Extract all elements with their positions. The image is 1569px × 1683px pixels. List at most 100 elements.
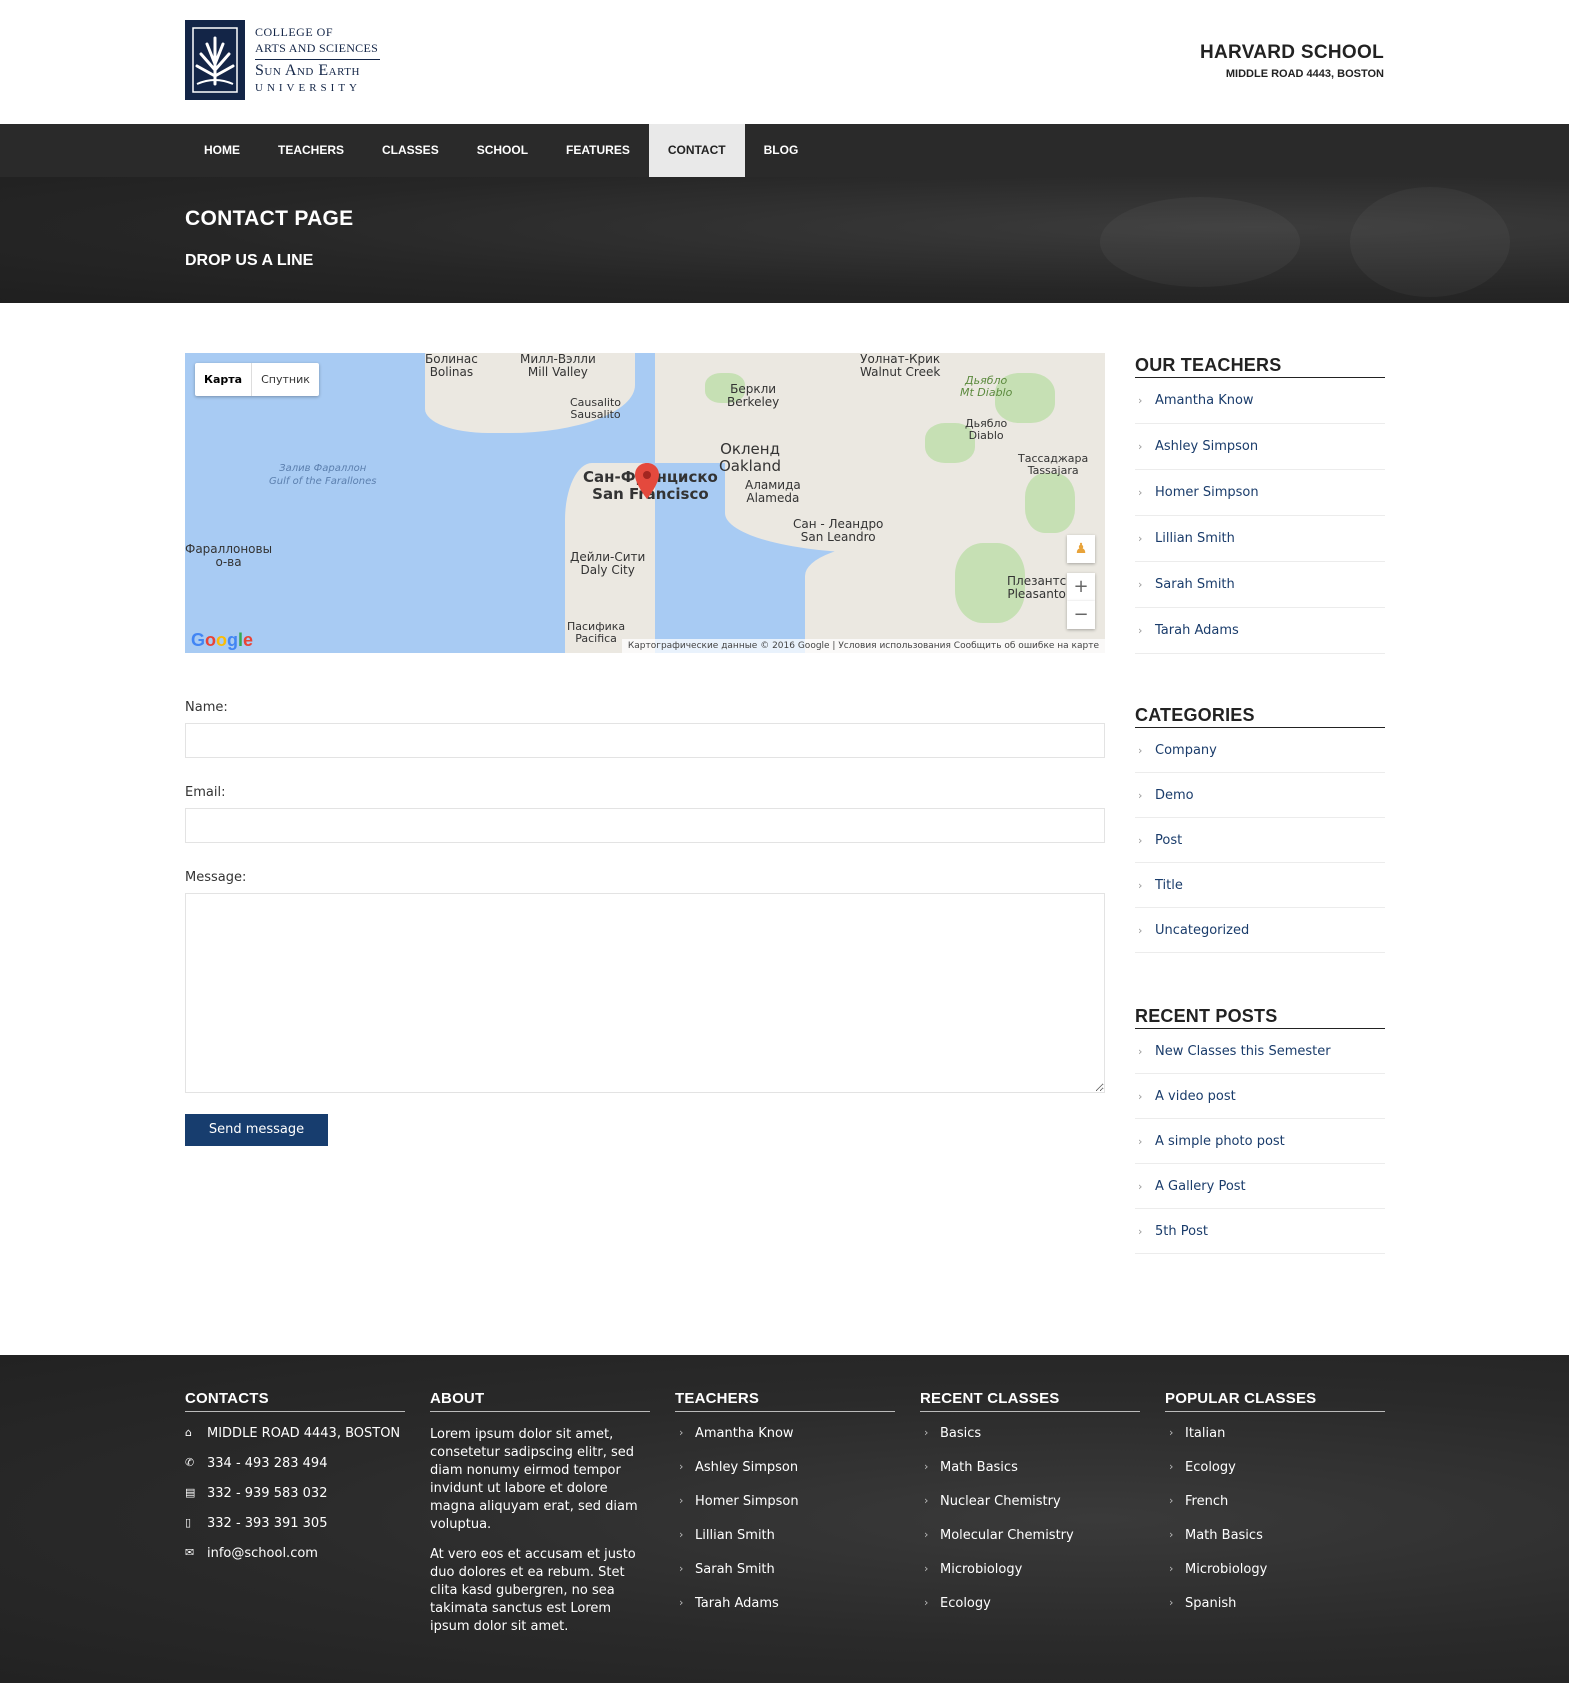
footer-class-link[interactable]: › French [1165,1494,1385,1528]
footer-class-link[interactable]: › Basics [920,1426,1140,1460]
sidebar-category-link[interactable]: › Company [1135,728,1385,773]
email-field[interactable] [185,808,1105,843]
chevron-right-icon: › [1138,486,1143,499]
footer-contacts: CONTACTS ⌂ MIDDLE ROAD 4443, BOSTON ✆ 334 … [185,1390,405,1576]
footer-about: ABOUT Lorem ipsum dolor sit amet, conset… [430,1390,650,1636]
sidebar-teacher-link[interactable]: › Amantha Know [1135,378,1385,424]
sidebar-category-link[interactable]: › Demo [1135,773,1385,818]
sidebar-category-link[interactable]: › Uncategorized [1135,908,1385,953]
sidebar-recent-posts-list: › New Classes this Semester › A video post… [1135,1029,1385,1254]
nav-item-school[interactable]: SCHOOL [458,124,547,177]
footer-class-link[interactable]: › Microbiology [920,1562,1140,1596]
sidebar-category-link[interactable]: › Post [1135,818,1385,863]
nav-item-contact[interactable]: CONTACT [648,124,745,177]
sidebar-post-link[interactable]: › 5th Post [1135,1209,1385,1254]
page-title: CONTACT PAGE [185,207,354,230]
nav-item-blog[interactable]: BLOG [745,124,818,177]
map-label-mill-valley: Милл-Вэлли Mill Valley [520,353,596,380]
sidebar-teacher-link[interactable]: › Homer Simpson [1135,470,1385,516]
chevron-right-icon: › [1138,788,1143,802]
footer-teachers-list: › Amantha Know › Ashley Simpson › Homer Sim… [675,1426,895,1630]
chevron-right-icon: › [924,1562,929,1575]
sidebar-teachers: OUR TEACHERS › Amantha Know › Ashley Simps… [1135,355,1385,654]
chevron-right-icon: › [1169,1528,1174,1541]
footer-contacts-list: ⌂ MIDDLE ROAD 4443, BOSTON ✆ 334 - 493 283… [185,1426,405,1576]
footer-class-link[interactable]: › Italian [1165,1426,1385,1460]
chevron-right-icon: › [679,1562,684,1575]
sidebar-post-link[interactable]: › A video post [1135,1074,1385,1119]
school-info: HARVARD SCHOOL MIDDLE ROAD 4443, BOSTON [1200,42,1384,80]
footer-class-link[interactable]: › Math Basics [920,1460,1140,1494]
map-park [1025,473,1075,533]
mobile-icon: ▯ [185,1516,192,1529]
zoom-out-button[interactable]: − [1067,601,1095,629]
footer-popular-classes-title: POPULAR CLASSES [1165,1390,1385,1412]
home-icon: ⌂ [185,1426,192,1439]
chevron-right-icon: › [1138,578,1143,591]
nav-item-home[interactable]: HOME [185,124,259,177]
map-type-map-button[interactable]: Карта [195,363,253,396]
footer-teacher-link[interactable]: › Ashley Simpson [675,1460,895,1494]
map-type-toggle: Карта Спутник [195,363,319,396]
footer-contact-phone[interactable]: ✆ 334 - 493 283 494 [185,1456,405,1486]
footer-contact-fax[interactable]: ▤ 332 - 939 583 032 [185,1486,405,1516]
footer-class-link[interactable]: › Molecular Chemistry [920,1528,1140,1562]
map-label-berkeley: Беркли Berkeley [727,382,780,410]
footer-class-link[interactable]: › Spanish [1165,1596,1385,1630]
sidebar-post-link[interactable]: › A Gallery Post [1135,1164,1385,1209]
sidebar-teacher-link[interactable]: › Tarah Adams [1135,608,1385,654]
fax-icon: ▤ [185,1486,196,1499]
footer-contact-mobile[interactable]: ▯ 332 - 393 391 305 [185,1516,405,1546]
chevron-right-icon: › [1138,743,1143,757]
chevron-right-icon: › [1138,440,1143,453]
logo-line-1: COLLEGE OF [255,25,333,39]
nav-item-classes[interactable]: CLASSES [363,124,458,177]
footer-contacts-title: CONTACTS [185,1390,405,1412]
footer-teacher-link[interactable]: › Sarah Smith [675,1562,895,1596]
footer-teacher-link[interactable]: › Tarah Adams [675,1596,895,1630]
footer-class-link[interactable]: › Ecology [920,1596,1140,1630]
plant-emblem-icon [192,27,238,93]
sidebar-post-link[interactable]: › A simple photo post [1135,1119,1385,1164]
university-logo[interactable]: COLLEGE OF ARTS AND SCIENCES Sun And Ear… [185,20,380,100]
phone-icon: ✆ [185,1456,195,1469]
footer-teacher-link[interactable]: › Homer Simpson [675,1494,895,1528]
sidebar-post-link[interactable]: › New Classes this Semester [1135,1029,1385,1074]
footer-class-link[interactable]: › Ecology [1165,1460,1385,1494]
nav-item-teachers[interactable]: TEACHERS [259,124,363,177]
footer-teacher-link[interactable]: › Amantha Know [675,1426,895,1460]
nav-item-features[interactable]: FEATURES [547,124,649,177]
footer-class-link[interactable]: › Nuclear Chemistry [920,1494,1140,1528]
google-map[interactable]: Карта Спутник Болинас Bolinas Милл-Вэлли M… [185,353,1105,653]
map-label-alameda: Аламида Alameda [745,478,801,506]
nav-menu: HOME TEACHERS CLASSES SCHOOL FEATURES CO… [185,124,817,177]
sidebar-category-link[interactable]: › Title [1135,863,1385,908]
chevron-right-icon: › [1169,1596,1174,1609]
street-view-pegman-icon[interactable]: ♟ [1067,535,1095,563]
zoom-in-button[interactable]: + [1067,573,1095,601]
sidebar-teacher-link[interactable]: › Ashley Simpson [1135,424,1385,470]
chevron-right-icon: › [1138,833,1143,847]
sidebar-teachers-title: OUR TEACHERS [1135,355,1385,378]
map-label-pacifica: Пасифика Pacifica [567,620,626,646]
chevron-right-icon: › [679,1460,684,1473]
sidebar-teacher-link[interactable]: › Sarah Smith [1135,562,1385,608]
footer-teacher-link[interactable]: › Lillian Smith [675,1528,895,1562]
chevron-right-icon: › [679,1528,684,1541]
map-marker-icon[interactable] [635,463,659,499]
map-attribution[interactable]: Картографические данные © 2016 Google | … [621,639,1105,653]
map-type-satellite-button[interactable]: Спутник [252,363,319,396]
footer-contact-email[interactable]: ✉ info@school.com [185,1546,405,1576]
chevron-right-icon: › [1138,624,1143,637]
map-label-bolinas: Болинас Bolinas [425,353,478,380]
footer-class-link[interactable]: › Math Basics [1165,1528,1385,1562]
send-message-button[interactable]: Send message [185,1114,328,1146]
footer-about-title: ABOUT [430,1390,650,1412]
name-field[interactable] [185,723,1105,758]
sidebar-teacher-link[interactable]: › Lillian Smith [1135,516,1385,562]
footer-teachers: TEACHERS › Amantha Know › Ashley Simpson ›… [675,1390,895,1630]
email-label: Email: [185,785,226,800]
footer-class-link[interactable]: › Microbiology [1165,1562,1385,1596]
message-field[interactable] [185,893,1105,1093]
sidebar-recent-posts-title: RECENT POSTS [1135,1006,1385,1029]
